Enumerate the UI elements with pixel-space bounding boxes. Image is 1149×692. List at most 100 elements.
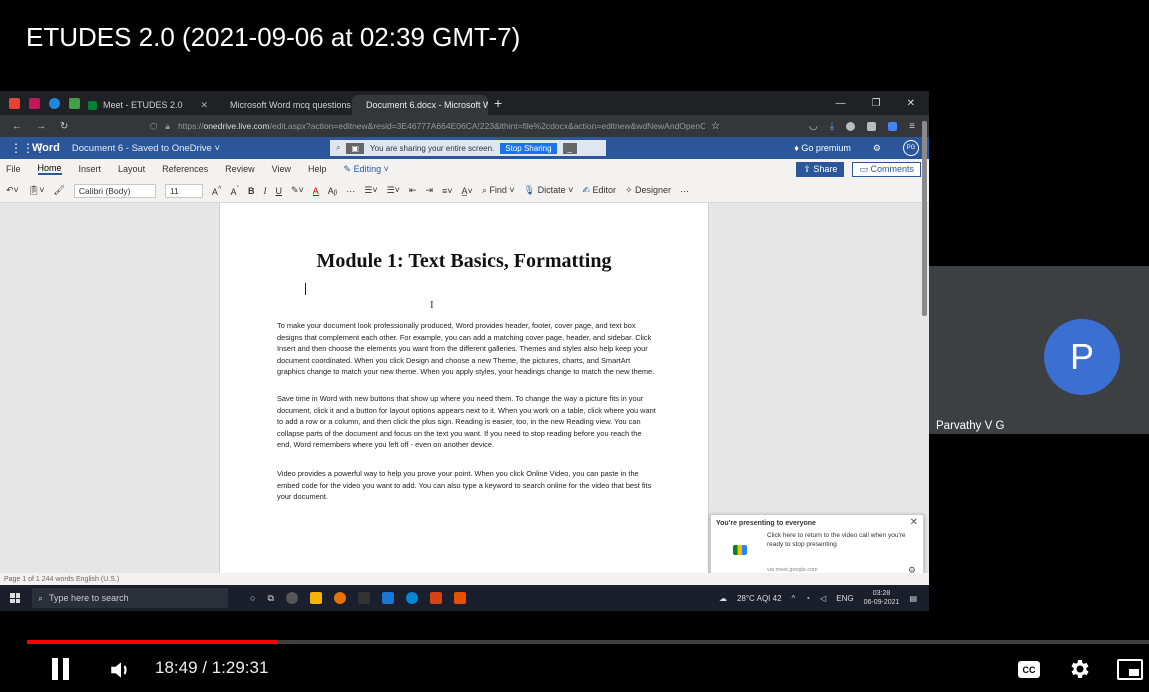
pocket-icon[interactable]: ◡: [809, 121, 818, 132]
document-scrollbar[interactable]: [922, 121, 927, 316]
office-icon[interactable]: [429, 592, 442, 604]
file-explorer-icon[interactable]: [309, 592, 322, 604]
star-icon[interactable]: ☆: [711, 121, 720, 132]
hide-banner-button[interactable]: _: [562, 142, 577, 154]
document-heading[interactable]: Module 1: Text Basics, Formatting: [220, 250, 708, 273]
firefox-icon[interactable]: [333, 592, 346, 604]
task-view-icon[interactable]: ⧉: [267, 593, 273, 604]
restore-icon[interactable]: ❐: [872, 98, 881, 109]
pinned-app-icon[interactable]: [69, 97, 80, 109]
document-page[interactable]: Module 1: Text Basics, Formatting I To m…: [219, 203, 709, 573]
find-button[interactable]: ⌕ Find ˅: [482, 185, 515, 196]
comments-button[interactable]: ▭ Comments: [852, 161, 921, 177]
participant-tile[interactable]: P Parvathy V G: [929, 266, 1149, 434]
extension-icon[interactable]: [867, 121, 877, 131]
vscode-icon[interactable]: [381, 592, 394, 604]
tab-help[interactable]: Help: [308, 164, 327, 174]
taskbar-search[interactable]: ⌕ Type here to search: [32, 588, 228, 608]
tab-review[interactable]: Review: [225, 164, 255, 174]
pause-button[interactable]: [52, 658, 74, 680]
reload-icon[interactable]: ↻: [60, 121, 68, 132]
more-options-icon[interactable]: ···: [680, 186, 689, 196]
video-player[interactable]: ETUDES 2.0 (2021-09-06 at 02:39 GMT-7) M…: [0, 0, 1149, 692]
styles-icon[interactable]: A̲˅: [462, 186, 473, 196]
pinned-app-icon[interactable]: [49, 97, 60, 109]
settings-gear-icon[interactable]: [1068, 657, 1092, 681]
weather-text[interactable]: 28°C AQI 42: [737, 594, 782, 603]
editing-mode-button[interactable]: ✎ Editing ˅: [344, 164, 389, 175]
tab-home[interactable]: Home: [37, 163, 62, 175]
outdent-icon[interactable]: ⇤: [409, 185, 417, 196]
forward-icon[interactable]: →: [36, 121, 46, 132]
dictate-button[interactable]: 🎙︎ Dictate ˅: [524, 185, 574, 196]
tab-meet[interactable]: Meet - ETUDES 2.0 ✕: [80, 95, 216, 115]
cortana-icon[interactable]: ○: [250, 593, 255, 603]
minimize-icon[interactable]: —: [836, 98, 846, 109]
bold-icon[interactable]: B: [248, 186, 255, 196]
avatar[interactable]: PG: [903, 140, 919, 156]
url-field[interactable]: ⬡ 🔒︎ https://onedrive.live.com/edit.aspx…: [150, 121, 705, 132]
designer-button[interactable]: ✧ Designer: [625, 185, 671, 196]
highlight-icon[interactable]: ✎˅: [291, 185, 304, 196]
notification-icon[interactable]: ▤: [909, 594, 917, 603]
menu-icon[interactable]: ≡: [909, 121, 915, 132]
new-tab-icon[interactable]: +: [494, 95, 502, 111]
clock[interactable]: 03:28 06-09-2021: [864, 589, 900, 607]
stop-sharing-button[interactable]: Stop Sharing: [500, 142, 557, 154]
volume-icon[interactable]: [108, 657, 134, 683]
font-name-select[interactable]: Calibri (Body): [73, 183, 156, 198]
tab-references[interactable]: References: [162, 164, 208, 174]
pinned-app-icon[interactable]: [9, 97, 20, 109]
windows-start-icon[interactable]: [10, 593, 20, 603]
bullets-icon[interactable]: ☰˅: [364, 185, 377, 196]
close-icon[interactable]: ✕: [910, 517, 918, 528]
miniplayer-button[interactable]: [1117, 659, 1143, 680]
go-premium-button[interactable]: ♦ Go premium: [794, 143, 851, 153]
numbering-icon[interactable]: ☰˅: [387, 185, 400, 196]
editor-button[interactable]: ✍︎ Editor: [582, 185, 616, 196]
shrink-font-icon[interactable]: Aˇ: [230, 184, 239, 197]
tab-document[interactable]: Document 6.docx - Microsoft W ✕: [352, 95, 488, 115]
more-icon[interactable]: ···: [346, 186, 355, 196]
search-icon[interactable]: ⌕: [336, 143, 340, 153]
document-status[interactable]: Document 6 - Saved to OneDrive ˅: [72, 143, 220, 154]
document-paragraph[interactable]: To make your document look professionall…: [277, 320, 657, 378]
font-size-select[interactable]: 11: [164, 183, 203, 198]
document-paragraph[interactable]: Save time in Word with new buttons that …: [277, 393, 657, 451]
pinned-app-icon[interactable]: [29, 97, 40, 109]
volume-tray-icon[interactable]: ◁: [820, 594, 826, 603]
font-color-icon[interactable]: A: [313, 186, 319, 196]
underline-icon[interactable]: U: [275, 186, 282, 196]
grow-font-icon[interactable]: A^: [212, 184, 222, 197]
tab-view[interactable]: View: [272, 164, 291, 174]
tab-word-mcq[interactable]: Microsoft Word mcq questions ✕: [216, 95, 352, 115]
close-window-icon[interactable]: ✕: [907, 98, 915, 109]
lang-indicator[interactable]: ENG: [836, 594, 853, 603]
tab-insert[interactable]: Insert: [79, 164, 102, 174]
paste-icon[interactable]: 📋︎˅: [28, 185, 45, 196]
undo-icon[interactable]: ↶˅: [6, 185, 19, 196]
align-icon[interactable]: ≡˅: [442, 186, 453, 196]
telegram-icon[interactable]: [405, 592, 418, 604]
tab-layout[interactable]: Layout: [118, 164, 145, 174]
captions-button[interactable]: CC: [1018, 661, 1040, 678]
tab-file[interactable]: File: [6, 164, 21, 174]
app-icon[interactable]: [357, 592, 370, 604]
network-icon[interactable]: ◔: [805, 594, 810, 603]
back-icon[interactable]: ←: [12, 121, 22, 132]
progress-bar[interactable]: [27, 640, 1149, 644]
extension-icon[interactable]: [888, 121, 898, 131]
app-launcher-icon[interactable]: ⋮⋮⋮: [0, 141, 46, 155]
app-icon[interactable]: [453, 592, 466, 604]
meet-presenting-popup[interactable]: You're presenting to everyone ✕ Click he…: [710, 514, 924, 580]
tray-expand-icon[interactable]: ^: [792, 594, 796, 603]
close-icon[interactable]: ✕: [200, 100, 208, 111]
text-effects-icon[interactable]: Aᵦ: [328, 186, 337, 196]
extension-icon[interactable]: [846, 121, 856, 131]
download-icon[interactable]: ⤓: [830, 121, 834, 132]
italic-icon[interactable]: I: [263, 186, 266, 196]
format-painter-icon[interactable]: 🖌︎: [53, 185, 64, 196]
app-icon[interactable]: [285, 592, 298, 604]
gear-icon[interactable]: ⚙: [873, 143, 881, 154]
document-paragraph[interactable]: Video provides a powerful way to help yo…: [277, 468, 657, 503]
